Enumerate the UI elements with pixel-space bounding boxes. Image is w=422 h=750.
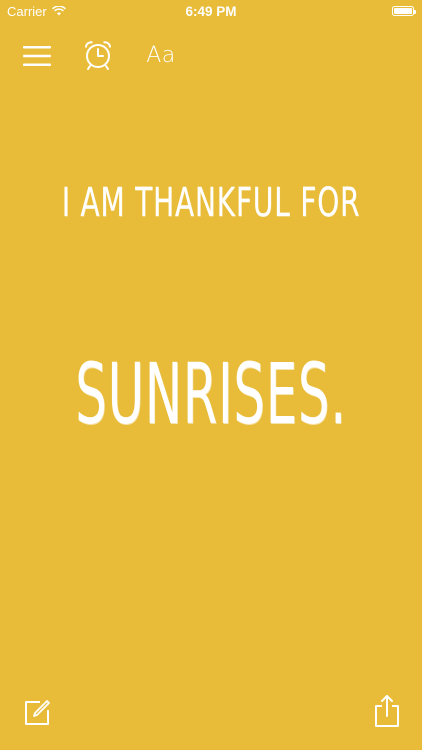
status-time: 6:49 PM (185, 4, 237, 19)
font-button[interactable]: Aa (140, 38, 182, 72)
alarm-button[interactable] (80, 37, 116, 73)
gratitude-prompt: I AM THANKFUL FOR (61, 180, 361, 226)
battery-icon (392, 6, 416, 16)
share-button[interactable] (372, 694, 402, 728)
alarm-clock-icon (85, 41, 111, 70)
compose-button[interactable] (22, 698, 52, 728)
gratitude-answer[interactable]: SUNRISES. (72, 345, 351, 443)
battery-fill (394, 8, 412, 14)
share-icon (375, 695, 399, 727)
menu-button[interactable] (21, 40, 53, 72)
hamburger-menu-icon (23, 46, 51, 66)
compose-icon (25, 700, 50, 725)
status-bar: Carrier 6:49 PM (0, 0, 422, 22)
